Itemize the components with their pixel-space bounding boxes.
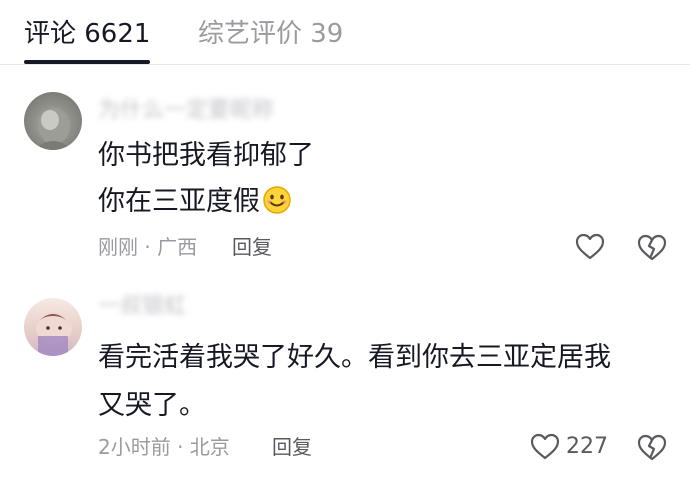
- reply-button[interactable]: 回复: [232, 234, 272, 260]
- like-count: 227: [566, 434, 608, 459]
- avatar[interactable]: [24, 92, 82, 150]
- tab-variety-reviews[interactable]: 综艺评价 39: [198, 16, 343, 52]
- comment-tabs: 评论 6621 综艺评价 39: [0, 0, 690, 65]
- broken-heart-icon: [637, 234, 667, 261]
- tab-comments[interactable]: 评论 6621: [24, 16, 150, 52]
- like-button[interactable]: 227: [530, 432, 608, 462]
- comment-text: 看完活着我哭了好久。看到你去三亚定居我: [98, 342, 611, 373]
- comment-item: 一叔银虹 看完活着我哭了好久。看到你去三亚定居我 又哭了。 2小时前 · 北京 …: [0, 282, 690, 478]
- username[interactable]: 为什么一定要昵称: [98, 96, 338, 126]
- heart-icon: [530, 433, 560, 460]
- like-button[interactable]: [575, 232, 605, 262]
- comment-text: 你书把我看抑郁了: [98, 140, 314, 171]
- comment-text-segment: 你在三亚度假: [98, 186, 260, 217]
- broken-heart-icon: [637, 434, 667, 461]
- comment-meta: 刚刚 · 广西: [98, 235, 198, 259]
- dislike-button[interactable]: [637, 232, 667, 262]
- comment-text: 又哭了。: [98, 390, 206, 421]
- dislike-button[interactable]: [637, 432, 667, 462]
- avatar[interactable]: [24, 298, 82, 356]
- comment-text: 你在三亚度假: [98, 184, 292, 225]
- comment-meta: 2小时前 · 北京: [98, 435, 230, 459]
- reply-button[interactable]: 回复: [272, 434, 312, 460]
- username[interactable]: 一叔银虹: [98, 292, 338, 322]
- heart-icon: [575, 233, 605, 260]
- smile-emoji-icon: [262, 185, 292, 225]
- comment-item: 为什么一定要昵称 你书把我看抑郁了 你在三亚度假 刚刚 · 广西 回复: [0, 64, 690, 282]
